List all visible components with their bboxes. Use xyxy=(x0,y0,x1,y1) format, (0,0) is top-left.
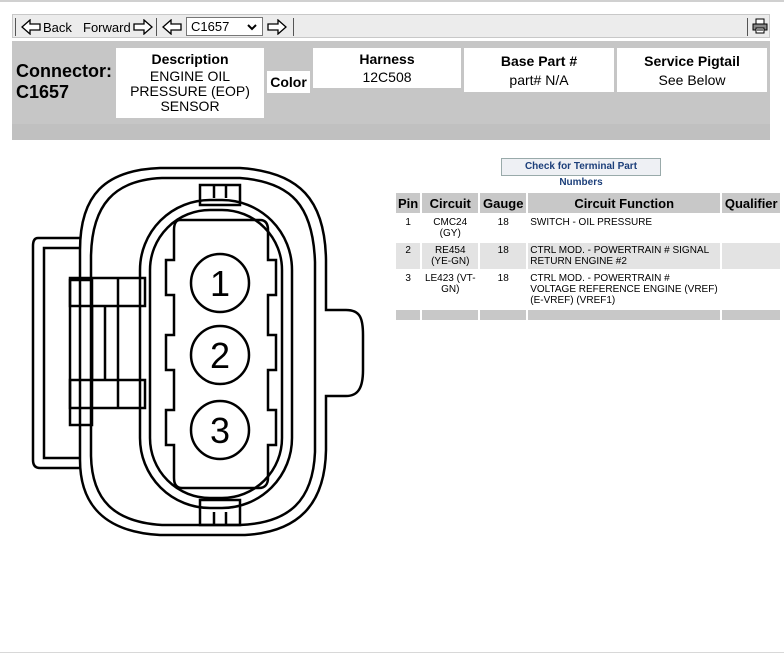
connector-label: Connector: xyxy=(16,61,112,81)
back-label: Back xyxy=(43,19,72,35)
table-footer-row xyxy=(396,310,781,322)
previous-connector-button[interactable] xyxy=(162,17,182,37)
cell-pin: 3 xyxy=(396,271,421,310)
back-arrow-icon xyxy=(21,19,41,35)
harness-label: Harness xyxy=(359,51,415,67)
pin-number-3: 3 xyxy=(210,410,230,451)
cell-circuit: LE423 (VT- GN) xyxy=(422,271,479,310)
cell-gauge: 18 xyxy=(480,215,527,243)
header-qualifier: Qualifier xyxy=(722,193,781,215)
forward-arrow-icon xyxy=(133,19,153,35)
print-button[interactable] xyxy=(752,17,768,37)
pin-number-1: 1 xyxy=(210,263,230,304)
base-part-value: part# N/A xyxy=(509,72,569,88)
toolbar-separator xyxy=(747,18,748,36)
footer-cell xyxy=(396,310,421,322)
pin-table-header: Pin Circuit Gauge Circuit Function Quali… xyxy=(396,193,781,215)
header-pin: Pin xyxy=(396,193,421,215)
cell-circuit: RE454 (YE-GN) xyxy=(422,243,479,271)
color-box: Color xyxy=(267,71,310,93)
next-arrow-icon xyxy=(267,19,287,35)
description-line: ENGINE OIL xyxy=(149,68,231,84)
description-box: Description ENGINE OIL PRESSURE (EOP) SE… xyxy=(116,48,264,118)
circuit-line: LE423 (VT- xyxy=(424,273,476,284)
connector-title: Connector: C1657 xyxy=(16,61,112,103)
table-row: 2 RE454 (YE-GN) 18 CTRL MOD. - POWERTRAIN… xyxy=(396,243,781,271)
service-pigtail-label: Service Pigtail xyxy=(644,53,740,69)
connector-face-diagram: 1 2 3 xyxy=(31,166,365,537)
circuit-line: (GY) xyxy=(439,228,461,239)
circuit-line: GN) xyxy=(441,284,460,295)
table-row: 3 LE423 (VT- GN) 18 CTRL MOD. - POWERTRAI… xyxy=(396,271,781,310)
connector-header: Connector: C1657 Description ENGINE OIL … xyxy=(12,41,770,124)
color-label: Color xyxy=(270,74,307,90)
cell-function: CTRL MOD. - POWERTRAIN # VOLTAGE REFERENC… xyxy=(528,271,721,310)
toolbar-separator xyxy=(293,18,294,36)
function-line: CTRL MOD. - POWERTRAIN # SIGNAL xyxy=(530,245,710,256)
cell-pin: 2 xyxy=(396,243,421,271)
function-line: RETURN ENGINE #2 xyxy=(530,256,627,267)
footer-cell xyxy=(528,310,721,322)
header-band xyxy=(12,124,770,140)
function-line: SWITCH - OIL PRESSURE xyxy=(530,217,653,228)
forward-label: Forward xyxy=(83,19,131,35)
footer-cell xyxy=(480,310,527,322)
description-line: SENSOR xyxy=(160,98,220,114)
circuit-line: CMC24 xyxy=(433,217,468,228)
function-line: (E-VREF) (VREF1) xyxy=(530,295,616,306)
description-label: Description xyxy=(151,51,229,67)
service-pigtail-value[interactable]: See Below xyxy=(617,72,767,88)
table-row: 1 CMC24 (GY) 18 SWITCH - OIL PRESSURE xyxy=(396,215,781,243)
pin-table: Pin Circuit Gauge Circuit Function Quali… xyxy=(394,193,782,322)
base-part-box: Base Part # part# N/A xyxy=(464,48,614,92)
circuit-line: RE454 xyxy=(434,245,466,256)
connector-select-value: C1657 xyxy=(191,19,230,34)
cell-qualifier xyxy=(722,215,781,243)
cell-gauge: 18 xyxy=(480,243,527,271)
footer-cell xyxy=(722,310,781,322)
harness-box: Harness 12C508 xyxy=(313,48,461,88)
previous-arrow-icon xyxy=(162,19,182,35)
toolbar-separator xyxy=(15,18,16,36)
cell-qualifier xyxy=(722,243,781,271)
circuit-line: (YE-GN) xyxy=(431,256,470,267)
toolbar-separator xyxy=(156,18,157,36)
cell-circuit: CMC24 (GY) xyxy=(422,215,479,243)
header-circuit-function: Circuit Function xyxy=(528,193,721,215)
function-line: VOLTAGE REFERENCE ENGINE (VREF) xyxy=(530,284,718,295)
cell-pin: 1 xyxy=(396,215,421,243)
description-line: PRESSURE (EOP) xyxy=(130,83,250,99)
next-connector-button[interactable] xyxy=(267,17,287,37)
footer-cell xyxy=(422,310,479,322)
cell-gauge: 18 xyxy=(480,271,527,310)
forward-button[interactable]: Forward xyxy=(83,17,153,37)
check-terminal-part-numbers-button[interactable]: Check for Terminal Part Numbers xyxy=(501,158,661,188)
back-button[interactable]: Back xyxy=(21,17,72,37)
printer-icon xyxy=(752,18,768,37)
top-divider xyxy=(0,0,784,2)
navigation-toolbar: Back Forward C1657 xyxy=(12,14,770,38)
connector-select[interactable]: C1657 xyxy=(186,17,263,36)
harness-value: 12C508 xyxy=(362,69,412,85)
bottom-divider xyxy=(0,652,784,653)
header-circuit: Circuit xyxy=(422,193,479,215)
base-part-label: Base Part # xyxy=(500,53,578,69)
function-line: CTRL MOD. - POWERTRAIN # xyxy=(530,273,670,284)
connector-id: C1657 xyxy=(16,82,70,102)
chevron-down-icon xyxy=(246,21,258,36)
cell-function: CTRL MOD. - POWERTRAIN # SIGNAL RETURN EN… xyxy=(528,243,721,271)
service-pigtail-box: Service Pigtail See Below xyxy=(617,48,767,92)
header-gauge: Gauge xyxy=(480,193,527,215)
cell-function: SWITCH - OIL PRESSURE xyxy=(528,215,721,243)
pin-number-2: 2 xyxy=(210,335,230,376)
cell-qualifier xyxy=(722,271,781,310)
